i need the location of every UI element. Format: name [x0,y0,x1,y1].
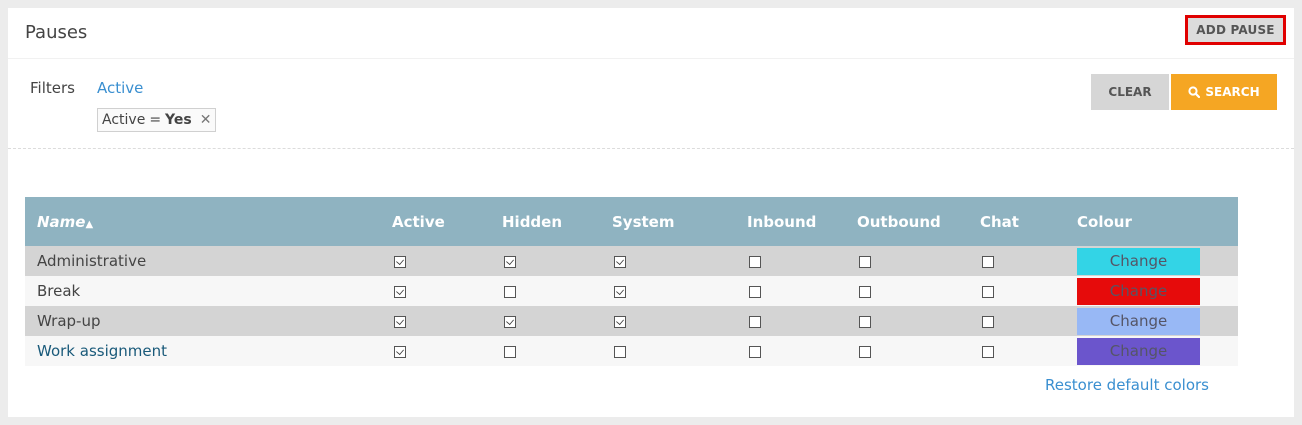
outbound-checkbox[interactable] [859,255,871,268]
filter-chip-active: Active = Yes ✕ [97,108,217,132]
filters-divider [8,148,1294,149]
outbound-cell [857,336,980,366]
column-header-name[interactable]: Name▲ [25,197,392,246]
active-cell [392,246,502,276]
chat-checkbox[interactable] [982,255,994,268]
add-pause-button[interactable]: ADD PAUSE [1185,15,1286,45]
restore-default-colors-link[interactable]: Restore default colors [1045,376,1209,394]
sort-asc-icon: ▲ [85,218,94,230]
search-button[interactable]: SEARCH [1171,74,1277,110]
inbound-cell [747,306,857,336]
filter-chip-operator: = [149,112,162,128]
system-checkbox[interactable] [614,285,626,298]
colour-cell: Change [1077,336,1238,366]
hidden-cell [502,246,612,276]
colour-change-button[interactable]: Change [1077,307,1200,335]
active-checkbox[interactable] [394,255,406,268]
chat-checkbox[interactable] [982,315,994,328]
chat-cell [980,306,1077,336]
system-cell [612,246,747,276]
column-header-colour[interactable]: Colour [1077,197,1238,246]
colour-change-button[interactable]: Change [1077,247,1200,275]
inbound-checkbox[interactable] [749,345,761,358]
hidden-cell [502,276,612,306]
search-icon [1188,86,1201,98]
table-row: Break Change [25,276,1238,306]
outbound-cell [857,306,980,336]
column-header-outbound[interactable]: Outbound [857,197,980,246]
outbound-cell [857,246,980,276]
table-header-row: Name▲ Active Hidden System Inbound Outbo… [25,197,1238,246]
search-button-label: SEARCH [1205,85,1260,99]
inbound-checkbox[interactable] [749,315,761,328]
inbound-cell [747,246,857,276]
pause-name-cell[interactable]: Wrap-up [25,306,392,336]
active-checkbox[interactable] [394,315,406,328]
active-cell [392,276,502,306]
hidden-checkbox[interactable] [504,345,516,358]
system-checkbox[interactable] [614,255,626,268]
outbound-checkbox[interactable] [859,285,871,298]
system-cell [612,276,747,306]
chat-cell [980,276,1077,306]
outbound-cell [857,276,980,306]
outbound-checkbox[interactable] [859,315,871,328]
filter-chip-key: Active [102,112,146,128]
active-checkbox[interactable] [394,345,406,358]
table-row: Wrap-up Change [25,306,1238,336]
active-checkbox[interactable] [394,285,406,298]
inbound-cell [747,336,857,366]
chat-checkbox[interactable] [982,285,994,298]
colour-cell: Change [1077,276,1238,306]
pause-name-cell[interactable]: Administrative [25,246,392,276]
clear-button[interactable]: CLEAR [1091,74,1169,110]
system-cell [612,336,747,366]
chat-checkbox[interactable] [982,345,994,358]
colour-change-button[interactable]: Change [1077,277,1200,305]
column-header-system[interactable]: System [612,197,747,246]
column-header-active[interactable]: Active [392,197,502,246]
column-header-name-label: Name [37,212,86,231]
hidden-cell [502,306,612,336]
hidden-checkbox[interactable] [504,285,516,298]
chat-cell [980,336,1077,366]
chat-cell [980,246,1077,276]
panel-header: Pauses ADD PAUSE [8,8,1294,59]
hidden-cell [502,336,612,366]
column-header-hidden[interactable]: Hidden [502,197,612,246]
inbound-checkbox[interactable] [749,255,761,268]
pause-name-cell[interactable]: Break [25,276,392,306]
hidden-checkbox[interactable] [504,255,516,268]
column-header-inbound[interactable]: Inbound [747,197,857,246]
system-checkbox[interactable] [614,315,626,328]
pauses-table: Name▲ Active Hidden System Inbound Outbo… [25,197,1238,366]
pause-name-cell[interactable]: Work assignment [25,336,392,366]
active-cell [392,306,502,336]
hidden-checkbox[interactable] [504,315,516,328]
filter-chip-value: Yes [165,112,192,128]
system-cell [612,306,747,336]
colour-change-button[interactable]: Change [1077,337,1200,365]
active-cell [392,336,502,366]
column-header-chat[interactable]: Chat [980,197,1077,246]
filter-active-link[interactable]: Active [97,79,143,97]
table-row: Administrative Change [25,246,1238,276]
outbound-checkbox[interactable] [859,345,871,358]
table-row: Work assignment Change [25,336,1238,366]
colour-cell: Change [1077,246,1238,276]
pauses-panel: Pauses ADD PAUSE Filters Active Active =… [8,8,1294,417]
inbound-cell [747,276,857,306]
filters-label: Filters [30,79,75,97]
system-checkbox[interactable] [614,345,626,358]
inbound-checkbox[interactable] [749,285,761,298]
page-title: Pauses [25,22,88,43]
colour-cell: Change [1077,306,1238,336]
close-icon[interactable]: ✕ [200,112,212,128]
